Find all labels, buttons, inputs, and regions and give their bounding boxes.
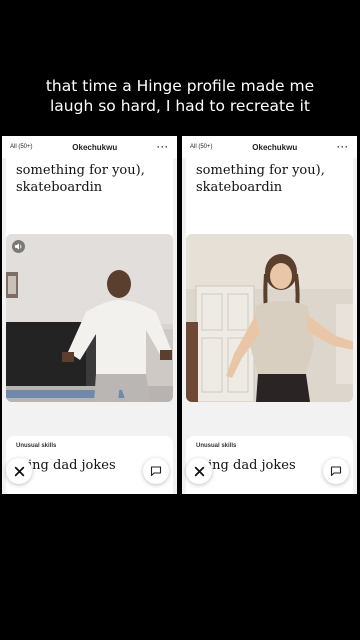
caption: that time a Hinge profile made me laugh … <box>0 76 360 116</box>
caption-line-1: that time a Hinge profile made me <box>45 77 315 95</box>
prompt-line-2: skateboardin <box>16 180 103 195</box>
top-bar: All (50+) Okechukwu ··· <box>2 136 177 158</box>
close-icon[interactable] <box>186 458 212 484</box>
video-frame-woman-dancing <box>186 234 353 402</box>
speaker-icon[interactable] <box>12 240 25 253</box>
prompt-answer: something for you), skateboardin <box>196 162 346 196</box>
skill-label: Unusual skills <box>196 443 237 449</box>
profile-name: Okechukwu <box>72 142 118 152</box>
profile-video[interactable] <box>186 234 353 402</box>
prompt-line-1: something for you), <box>16 163 145 178</box>
prompt-answer: something for you), skateboardin <box>16 162 166 196</box>
profile-panel-right: All (50+) Okechukwu ··· something for yo… <box>182 136 357 494</box>
profile-panel-left: All (50+) Okechukwu ··· something for yo… <box>2 136 177 494</box>
profile-video[interactable] <box>6 234 173 402</box>
filter-label[interactable]: All (50+) <box>10 144 33 150</box>
prompt-line-2: skateboardin <box>196 180 283 195</box>
comment-icon[interactable] <box>323 458 349 484</box>
profile-name: Okechukwu <box>252 142 298 152</box>
filter-label[interactable]: All (50+) <box>190 144 213 150</box>
more-options-icon[interactable]: ··· <box>157 142 169 152</box>
skill-label: Unusual skills <box>16 443 57 449</box>
top-bar: All (50+) Okechukwu ··· <box>182 136 357 158</box>
caption-line-2: laugh so hard, I had to recreate it <box>50 97 310 115</box>
prompt-line-1: something for you), <box>196 163 325 178</box>
video-frame-man-dancing <box>6 234 173 402</box>
close-icon[interactable] <box>6 458 32 484</box>
more-options-icon[interactable]: ··· <box>337 142 349 152</box>
comment-icon[interactable] <box>143 458 169 484</box>
